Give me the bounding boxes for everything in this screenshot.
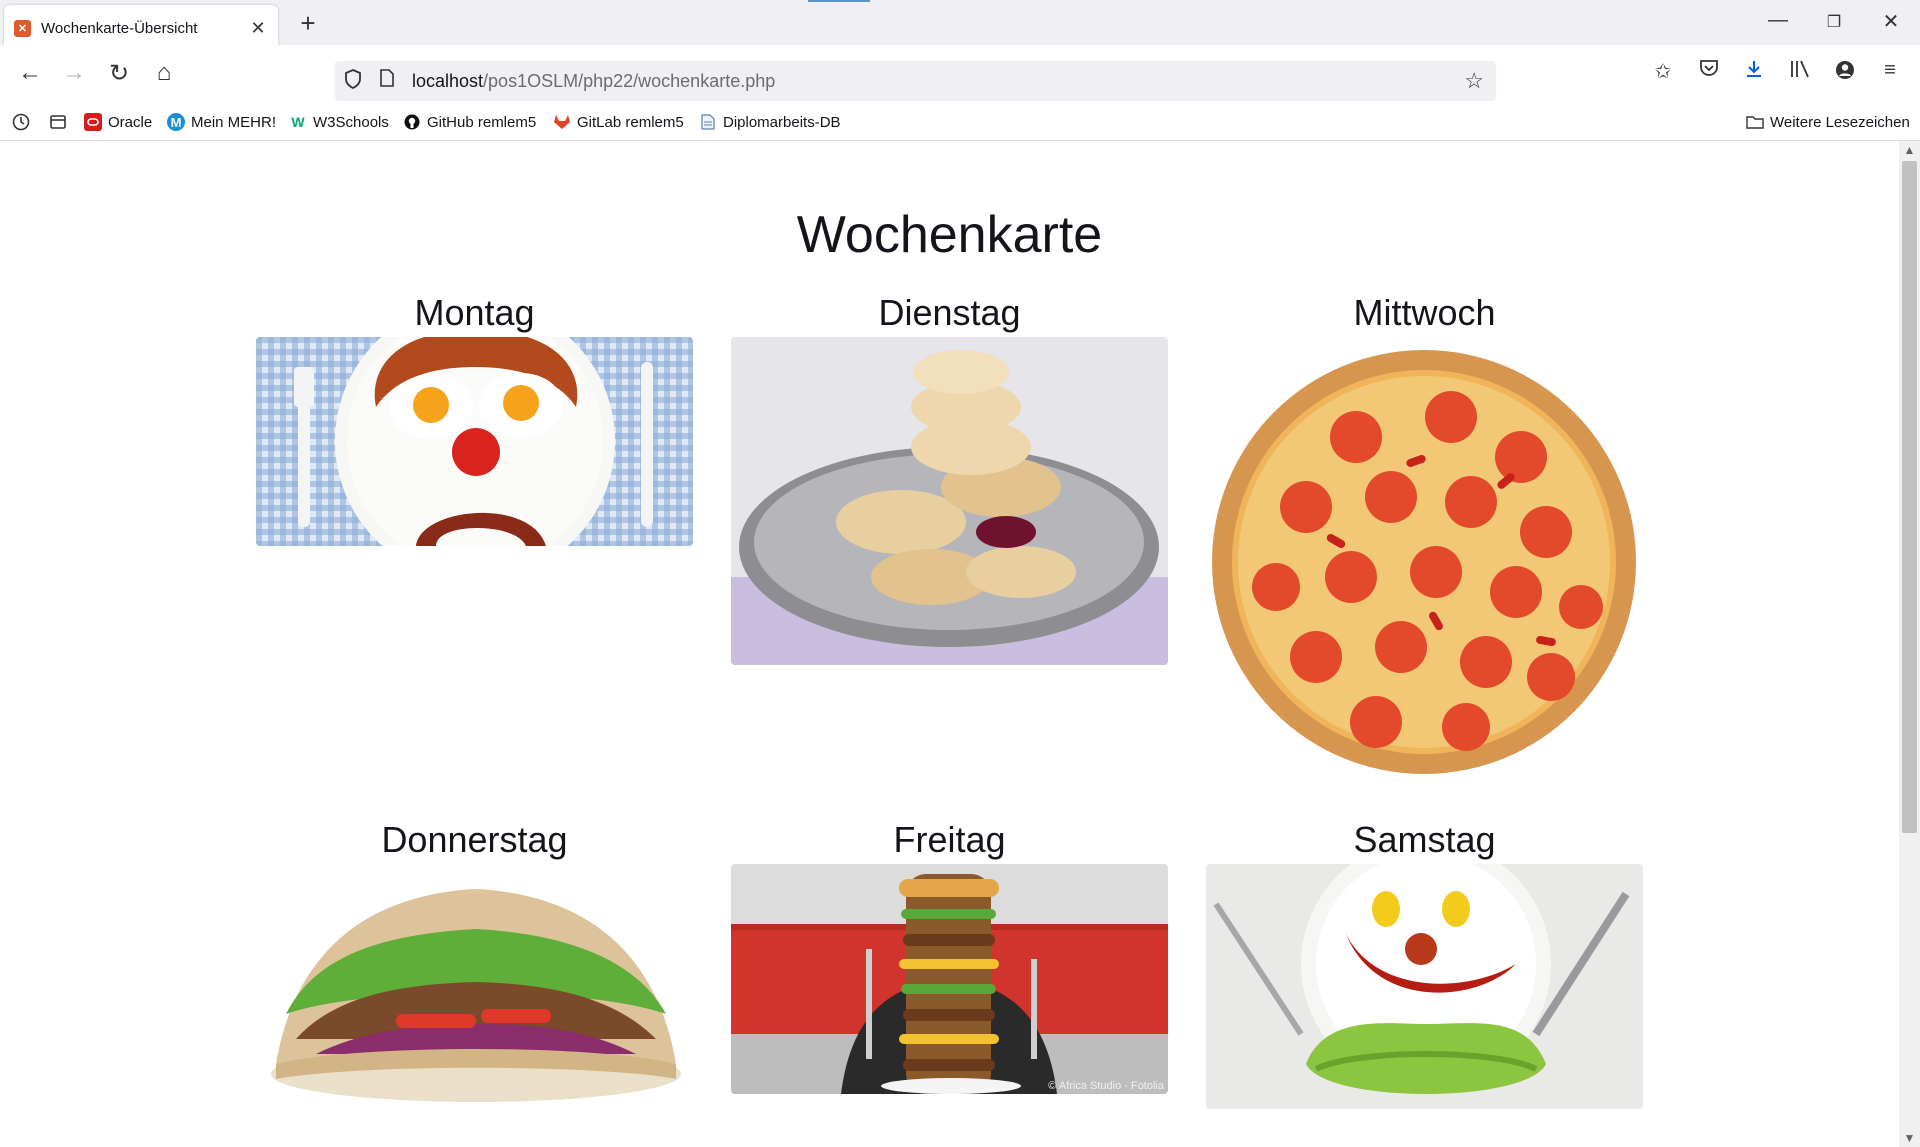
bookmark-mein-mehr[interactable]: M Mein MEHR!	[167, 113, 276, 131]
url-text: localhost/pos1OSLM/php22/wochenkarte.php	[412, 71, 775, 92]
library-icon[interactable]	[1785, 59, 1815, 85]
bookmarks-bar: Oracle M Mein MEHR! W W3Schools GitHub r…	[0, 107, 1920, 141]
day-title: Donnerstag	[381, 819, 568, 860]
day-title: Freitag	[893, 819, 1006, 860]
day-card-freitag: Freitag © Africa Studio - Fotolia	[731, 816, 1168, 1094]
day-title: Dienstag	[878, 292, 1021, 333]
url-host: localhost	[412, 71, 484, 91]
bookmark-star-icon[interactable]: ☆	[1464, 68, 1484, 94]
home-icon[interactable]: ⌂	[148, 59, 180, 87]
burger-tower-image: © Africa Studio - Fotolia	[731, 864, 1168, 1094]
downloads-icon[interactable]	[1739, 59, 1769, 85]
bookmark-label: W3Schools	[313, 113, 389, 131]
day-title: Montag	[414, 292, 535, 333]
oracle-icon	[84, 113, 102, 131]
forward-icon[interactable]: →	[58, 59, 90, 87]
pizza-image	[1206, 337, 1643, 774]
minimize-icon[interactable]: —	[1763, 9, 1793, 32]
bookmark-w3schools[interactable]: W W3Schools	[289, 113, 389, 131]
day-card-donnerstag: Donnerstag	[256, 816, 693, 1109]
synced-tabs-icon[interactable]	[49, 113, 67, 131]
day-card-mittwoch: Mittwoch	[1206, 289, 1643, 774]
bookmark-label: Mein MEHR!	[191, 113, 277, 131]
vegetable-smiley-image	[1206, 864, 1643, 1109]
github-icon	[403, 113, 421, 131]
other-bookmarks[interactable]: Weitere Lesezeichen	[1746, 113, 1910, 131]
page-viewport: Wochenkarte Montag Dienstag Mittwoch Don…	[0, 141, 1899, 1147]
xampp-favicon-icon: ✕	[14, 19, 31, 37]
close-tab-icon[interactable]: ✕	[248, 18, 268, 39]
day-card-montag: Montag	[256, 289, 693, 546]
scroll-down-arrow-icon[interactable]: ▼	[1899, 1131, 1920, 1145]
menu-icon[interactable]: ≡	[1875, 59, 1905, 82]
page-title: Wochenkarte	[796, 206, 1103, 264]
vertical-scrollbar[interactable]: ▲ ▼	[1899, 141, 1920, 1147]
day-title: Samstag	[1353, 819, 1496, 860]
day-title: Mittwoch	[1353, 292, 1496, 333]
day-card-samstag: Samstag	[1206, 816, 1643, 1109]
page-info-icon[interactable]	[380, 69, 394, 92]
doner-kebab-image	[256, 864, 693, 1109]
bookmark-label: Oracle	[108, 113, 153, 131]
bookmark-label: GitHub remlem5	[427, 113, 537, 131]
other-bookmarks-label: Weitere Lesezeichen	[1770, 113, 1910, 131]
bookmark-gitlab[interactable]: GitLab remlem5	[553, 113, 684, 131]
close-window-icon[interactable]: ✕	[1876, 9, 1906, 34]
tab-indicator	[808, 0, 870, 2]
day-card-dienstag: Dienstag	[731, 289, 1168, 665]
url-path: /pos1OSLM/php22/wochenkarte.php	[483, 71, 776, 91]
photo-credit: © Africa Studio - Fotolia	[1048, 1080, 1164, 1092]
reading-list-icon[interactable]: ✩	[1648, 59, 1678, 84]
bookmark-diplomarbeits-db[interactable]: Diplomarbeits-DB	[699, 113, 841, 131]
breakfast-face-image	[256, 337, 693, 546]
back-icon[interactable]: ←	[14, 59, 46, 87]
bookmark-label: Diplomarbeits-DB	[723, 113, 841, 131]
folder-icon	[1746, 113, 1764, 131]
reload-icon[interactable]: ↻	[103, 59, 135, 88]
navigation-bar: ← → ↻ ⌂ localhost/pos1OSLM/php22/wochenk…	[0, 45, 1920, 107]
document-icon	[699, 113, 717, 131]
bookmark-label: GitLab remlem5	[577, 113, 684, 131]
w3schools-icon: W	[291, 114, 305, 130]
address-bar[interactable]: localhost/pos1OSLM/php22/wochenkarte.php…	[334, 61, 1496, 101]
history-icon[interactable]	[12, 113, 30, 131]
bookmark-oracle[interactable]: Oracle	[84, 113, 152, 131]
tracking-shield-icon[interactable]	[344, 69, 362, 95]
scroll-up-arrow-icon[interactable]: ▲	[1899, 143, 1920, 157]
bookmark-github[interactable]: GitHub remlem5	[403, 113, 536, 131]
scroll-thumb[interactable]	[1902, 161, 1917, 833]
gitlab-icon	[553, 113, 571, 131]
pancakes-image	[731, 337, 1168, 665]
account-icon[interactable]	[1830, 59, 1860, 87]
new-tab-button[interactable]: +	[293, 8, 323, 39]
mein-mehr-icon: M	[167, 113, 185, 131]
tab-title: Wochenkarte-Übersicht	[41, 19, 198, 37]
restore-icon[interactable]: ❐	[1819, 12, 1849, 32]
tab-strip: ✕ Wochenkarte-Übersicht ✕ + — ❐ ✕	[0, 0, 1920, 51]
pocket-icon[interactable]	[1694, 59, 1724, 83]
